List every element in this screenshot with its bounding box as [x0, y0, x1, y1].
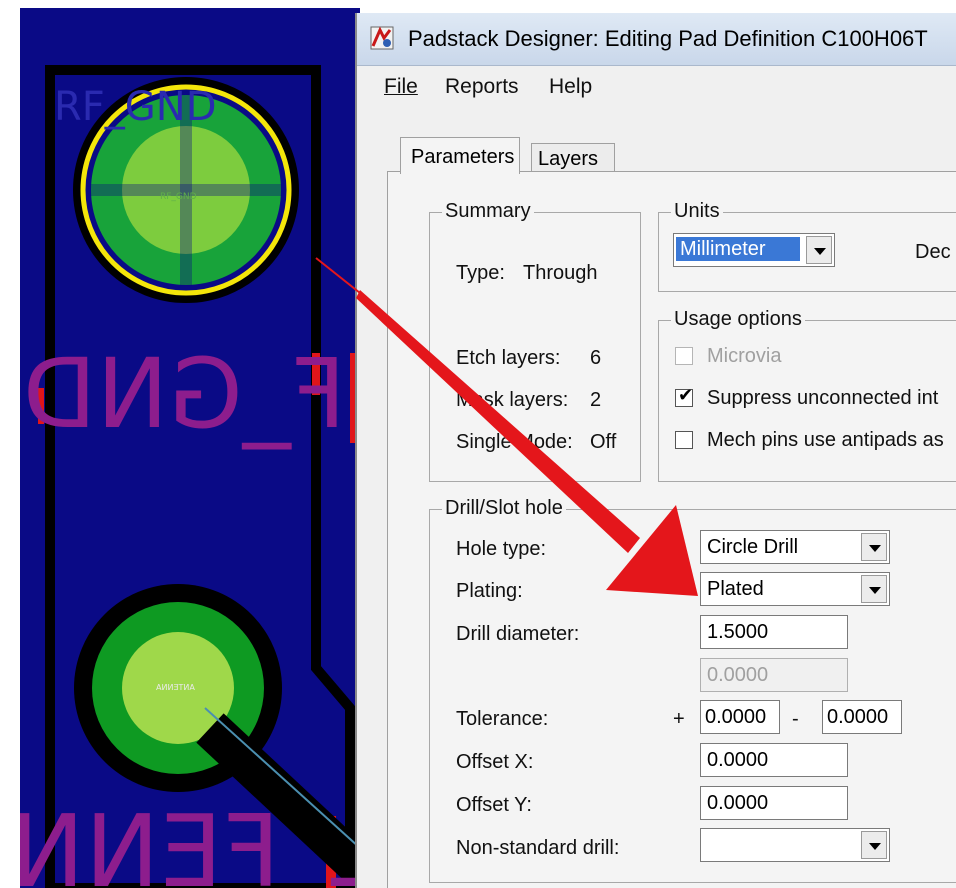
etch-layers-value: 6	[590, 347, 602, 369]
chevron-down-icon[interactable]	[861, 533, 887, 561]
mask-layers-value: 2	[590, 389, 602, 411]
padstack-app-icon	[370, 26, 394, 50]
suppress-unconnected-label: Suppress unconnected int	[707, 387, 939, 409]
mask-layers-label: Mask layers:	[456, 389, 569, 411]
tolerance-plus-sign: +	[673, 708, 685, 730]
pcb-layout-view[interactable]: RF_GND RF_GND F_GND L_FENNA ANTENNA	[20, 8, 360, 888]
padstack-designer-window: Padstack Designer: Editing Pad Definitio…	[355, 13, 956, 888]
usage-options-title: Usage options	[671, 308, 805, 331]
tolerance-plus-value: 0.0000	[705, 706, 767, 728]
hole-type-value: Circle Drill	[707, 536, 799, 558]
microvia-checkbox[interactable]	[675, 347, 693, 365]
drill-slot-group: Drill/Slot hole Hole type: Circle Drill …	[429, 497, 956, 883]
pad-net-label: RF_GND	[160, 192, 197, 202]
tolerance-plus-input[interactable]: 0.0000	[700, 700, 780, 734]
units-selected-value: Millimeter	[676, 237, 800, 261]
menu-help[interactable]: Help	[549, 75, 592, 99]
summary-group-title: Summary	[442, 200, 534, 223]
menu-bar: File Reports Help	[357, 67, 956, 107]
chevron-down-icon[interactable]	[861, 575, 887, 603]
suppress-unconnected-checkbox[interactable]: ✔	[675, 385, 693, 407]
drill-diameter-label: Drill diameter:	[456, 623, 580, 645]
menu-reports[interactable]: Reports	[445, 75, 519, 99]
tab-parameters[interactable]: Parameters	[400, 137, 520, 174]
offset-x-input[interactable]: 0.0000	[700, 743, 848, 777]
offset-y-input[interactable]: 0.0000	[700, 786, 848, 820]
type-label: Type:	[456, 262, 505, 284]
mech-pins-checkbox[interactable]	[675, 431, 693, 449]
net-name-text-2: L_FENNA	[20, 793, 360, 888]
tolerance-minus-input[interactable]: 0.0000	[822, 700, 902, 734]
units-group: Units Millimeter Dec	[658, 200, 956, 292]
window-title: Padstack Designer: Editing Pad Definitio…	[408, 26, 928, 51]
drill-diameter-value: 1.5000	[707, 621, 769, 643]
single-mode-label: Single Mode:	[456, 431, 573, 453]
summary-group: Summary Type: Through Etch layers: 6 Mas…	[429, 200, 641, 482]
parameters-panel: Summary Type: Through Etch layers: 6 Mas…	[387, 171, 956, 888]
mech-pins-label: Mech pins use antipads as	[707, 429, 944, 451]
title-bar[interactable]: Padstack Designer: Editing Pad Definitio…	[357, 13, 956, 66]
offset-x-label: Offset X:	[456, 751, 534, 773]
chevron-down-icon[interactable]	[861, 831, 887, 859]
units-dropdown[interactable]: Millimeter	[673, 233, 835, 267]
tolerance-label: Tolerance:	[456, 708, 549, 730]
plating-label: Plating:	[456, 580, 523, 602]
offset-x-value: 0.0000	[707, 749, 769, 771]
tolerance-minus-value: 0.0000	[827, 706, 889, 728]
decimal-places-label: Dec	[915, 241, 951, 263]
usage-options-group: Usage options Microvia ✔ Suppress unconn…	[658, 308, 956, 482]
microvia-label: Microvia	[707, 345, 782, 367]
plating-value: Plated	[707, 578, 764, 600]
slot-size-value: 0.0000	[707, 664, 769, 686]
net-name-text: F_GND	[22, 338, 346, 450]
drill-diameter-input[interactable]: 1.5000	[700, 615, 848, 649]
tab-layers-label: Layers	[538, 148, 599, 170]
drill-slot-title: Drill/Slot hole	[442, 497, 566, 520]
offset-y-value: 0.0000	[707, 792, 769, 814]
single-mode-value: Off	[590, 431, 617, 453]
menu-file[interactable]: File	[384, 75, 418, 99]
hole-type-label: Hole type:	[456, 538, 547, 560]
type-value: Through	[523, 262, 598, 284]
ref-designator-text: RF_GND	[54, 84, 217, 130]
non-standard-drill-label: Non-standard drill:	[456, 837, 620, 859]
hole-type-dropdown[interactable]: Circle Drill	[700, 530, 890, 564]
chevron-down-icon[interactable]	[806, 236, 832, 264]
pad-net-label-bottom: ANTENNA	[156, 683, 195, 692]
slot-size-input: 0.0000	[700, 658, 848, 692]
tab-parameters-label: Parameters	[411, 146, 515, 168]
offset-y-label: Offset Y:	[456, 794, 532, 816]
checkmark-icon: ✔	[678, 385, 694, 405]
units-group-title: Units	[671, 200, 723, 223]
etch-layers-label: Etch layers:	[456, 347, 561, 369]
tab-layers[interactable]: Layers	[531, 143, 615, 172]
non-standard-drill-dropdown[interactable]	[700, 828, 890, 862]
plating-dropdown[interactable]: Plated	[700, 572, 890, 606]
tolerance-minus-sign: -	[792, 708, 799, 730]
